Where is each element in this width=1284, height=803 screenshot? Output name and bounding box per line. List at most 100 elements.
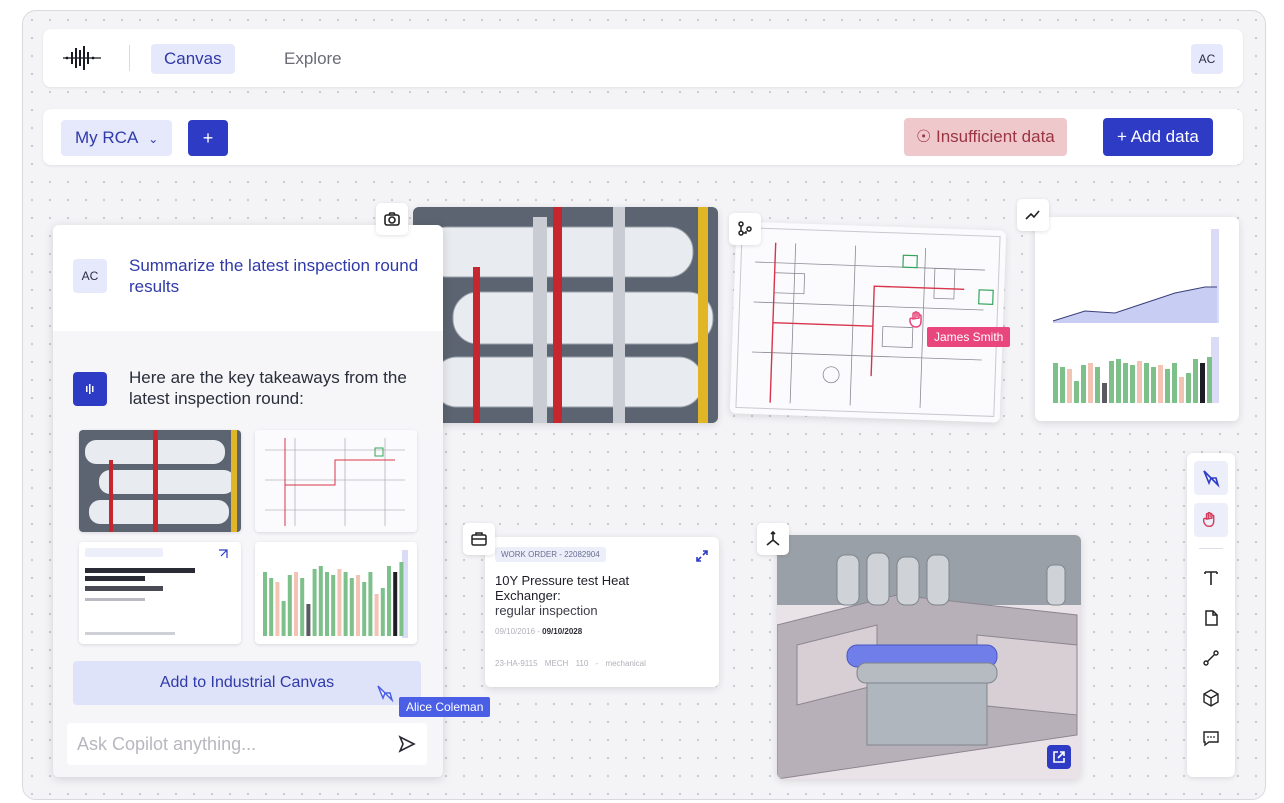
tab-explore[interactable]: Explore	[271, 44, 355, 74]
chart-bars	[1053, 357, 1212, 403]
chart-bar	[306, 604, 311, 636]
logo-divider	[129, 45, 130, 71]
chart-bar	[1200, 363, 1205, 403]
chart-bar	[1074, 381, 1079, 403]
expand-icon[interactable]	[695, 549, 709, 563]
cursor-label-alice: Alice Coleman	[399, 697, 491, 717]
add-data-button[interactable]: + Add data	[1103, 118, 1213, 156]
send-icon[interactable]	[397, 734, 417, 754]
thumbnail-photo-image	[79, 430, 241, 532]
thumbnail-diagram[interactable]	[255, 430, 417, 532]
copilot-answer: Here are the key takeaways from the late…	[53, 331, 443, 777]
rca-selector-label: My RCA	[75, 128, 139, 147]
trend-line-icon[interactable]	[1017, 199, 1049, 231]
thumbnail-chart[interactable]	[255, 542, 417, 644]
chart-bar	[1081, 365, 1086, 403]
toolbar-divider	[1199, 548, 1223, 549]
chart-bar	[337, 569, 342, 636]
question-avatar: AC	[73, 259, 107, 293]
chart-bar	[1165, 369, 1170, 403]
chart-bar	[1186, 373, 1191, 403]
chart-bar	[362, 582, 367, 636]
chart-bar	[294, 572, 298, 636]
insufficient-data-badge[interactable]: ☉ Insufficient data	[904, 118, 1067, 156]
chart-bar	[300, 578, 305, 636]
chart-bar	[1130, 365, 1135, 403]
pid-diagram-card[interactable]	[729, 221, 1007, 423]
hand-cursor-icon	[909, 311, 922, 328]
camera-icon[interactable]	[376, 203, 408, 235]
text-tool-button[interactable]	[1194, 561, 1228, 595]
tab-canvas[interactable]: Canvas	[151, 44, 235, 74]
chart-bar	[1088, 363, 1093, 403]
thumbnail-work-order[interactable]	[79, 542, 241, 644]
user-avatar[interactable]: AC	[1191, 44, 1223, 74]
app-frame: Canvas Explore AC My RCA ⌄ + ☉ Insufficie…	[22, 10, 1266, 800]
chart-bar	[318, 566, 323, 636]
chart-bar	[368, 572, 373, 636]
comment-icon	[1203, 731, 1219, 747]
connector-tool-button[interactable]	[1194, 641, 1228, 675]
rca-selector[interactable]: My RCA ⌄	[61, 120, 173, 156]
chart-bar	[1158, 365, 1163, 403]
external-link-icon	[1053, 751, 1065, 763]
work-type: 110 - mechanical	[575, 659, 646, 668]
copilot-avatar	[73, 372, 107, 406]
chart-bar	[263, 572, 267, 636]
open-external-button[interactable]	[1047, 745, 1071, 769]
date-to: 09/10/2028	[542, 627, 583, 636]
chart-bar	[1144, 363, 1149, 403]
chart-bar	[393, 572, 398, 636]
chart-bar	[1060, 367, 1065, 403]
3d-model-card[interactable]	[777, 535, 1081, 779]
thumbnail-chart-bars	[263, 562, 404, 636]
3d-model-view	[777, 535, 1081, 779]
heat-exchanger-photo	[413, 207, 718, 423]
asset-id: 23-HA-9115	[495, 659, 538, 668]
chart-bar	[343, 572, 348, 636]
chart-bar	[1179, 377, 1184, 403]
work-order-footer: 23-HA-9115 MECH 110 - mechanical	[495, 659, 646, 668]
thumbnail-photo[interactable]	[79, 430, 241, 532]
chart-bar	[1123, 363, 1128, 403]
document-icon	[1205, 610, 1218, 626]
add-canvas-button[interactable]: +	[188, 120, 228, 156]
chart-bar	[374, 594, 379, 636]
chart-bar	[1102, 383, 1107, 403]
3d-axis-icon[interactable]	[757, 523, 789, 555]
ask-copilot-field[interactable]	[67, 723, 427, 765]
comment-tool-button[interactable]	[1194, 721, 1228, 755]
chart-bar	[325, 572, 329, 636]
chart-bar	[1207, 357, 1212, 403]
briefcase-icon[interactable]	[463, 523, 495, 555]
discipline: MECH	[544, 659, 569, 668]
chart-bar	[1137, 361, 1142, 403]
copilot-logo-icon	[86, 384, 94, 394]
work-order-tag: WORK ORDER - 22082904	[495, 547, 606, 562]
chevron-down-icon: ⌄	[148, 132, 159, 146]
work-order-subtitle: regular inspection	[495, 603, 598, 618]
chart-bar	[281, 601, 286, 636]
diagram-icon[interactable]	[729, 213, 761, 245]
ask-copilot-input[interactable]	[77, 723, 377, 765]
app-logo[interactable]	[63, 44, 101, 72]
sticky-note-tool-button[interactable]	[1194, 601, 1228, 635]
work-order-card[interactable]: WORK ORDER - 22082904 10Y Pressure test …	[485, 537, 719, 687]
chart-bar	[312, 569, 317, 636]
canvas-toolbar: My RCA ⌄ + ☉ Insufficient data + Add data	[43, 109, 1243, 165]
thumbnail-diagram-image	[255, 430, 417, 532]
alarm-icon: ☉	[916, 127, 932, 146]
top-navigation-bar: Canvas Explore AC	[43, 29, 1243, 87]
select-tool-button[interactable]	[1194, 461, 1228, 495]
hand-icon	[1203, 511, 1215, 528]
pan-tool-button[interactable]	[1194, 503, 1228, 537]
chart-bar	[356, 575, 360, 636]
pid-diagram	[735, 227, 1001, 417]
chart-bar	[387, 566, 391, 636]
chart-bar	[1109, 361, 1114, 403]
add-to-canvas-button[interactable]: Add to Industrial Canvas	[73, 661, 421, 705]
photo-card-heat-exchanger[interactable]	[413, 207, 718, 423]
cursor-label-james: James Smith	[927, 327, 1011, 347]
shape-tool-button[interactable]	[1194, 681, 1228, 715]
time-series-chart-card[interactable]	[1035, 217, 1239, 421]
